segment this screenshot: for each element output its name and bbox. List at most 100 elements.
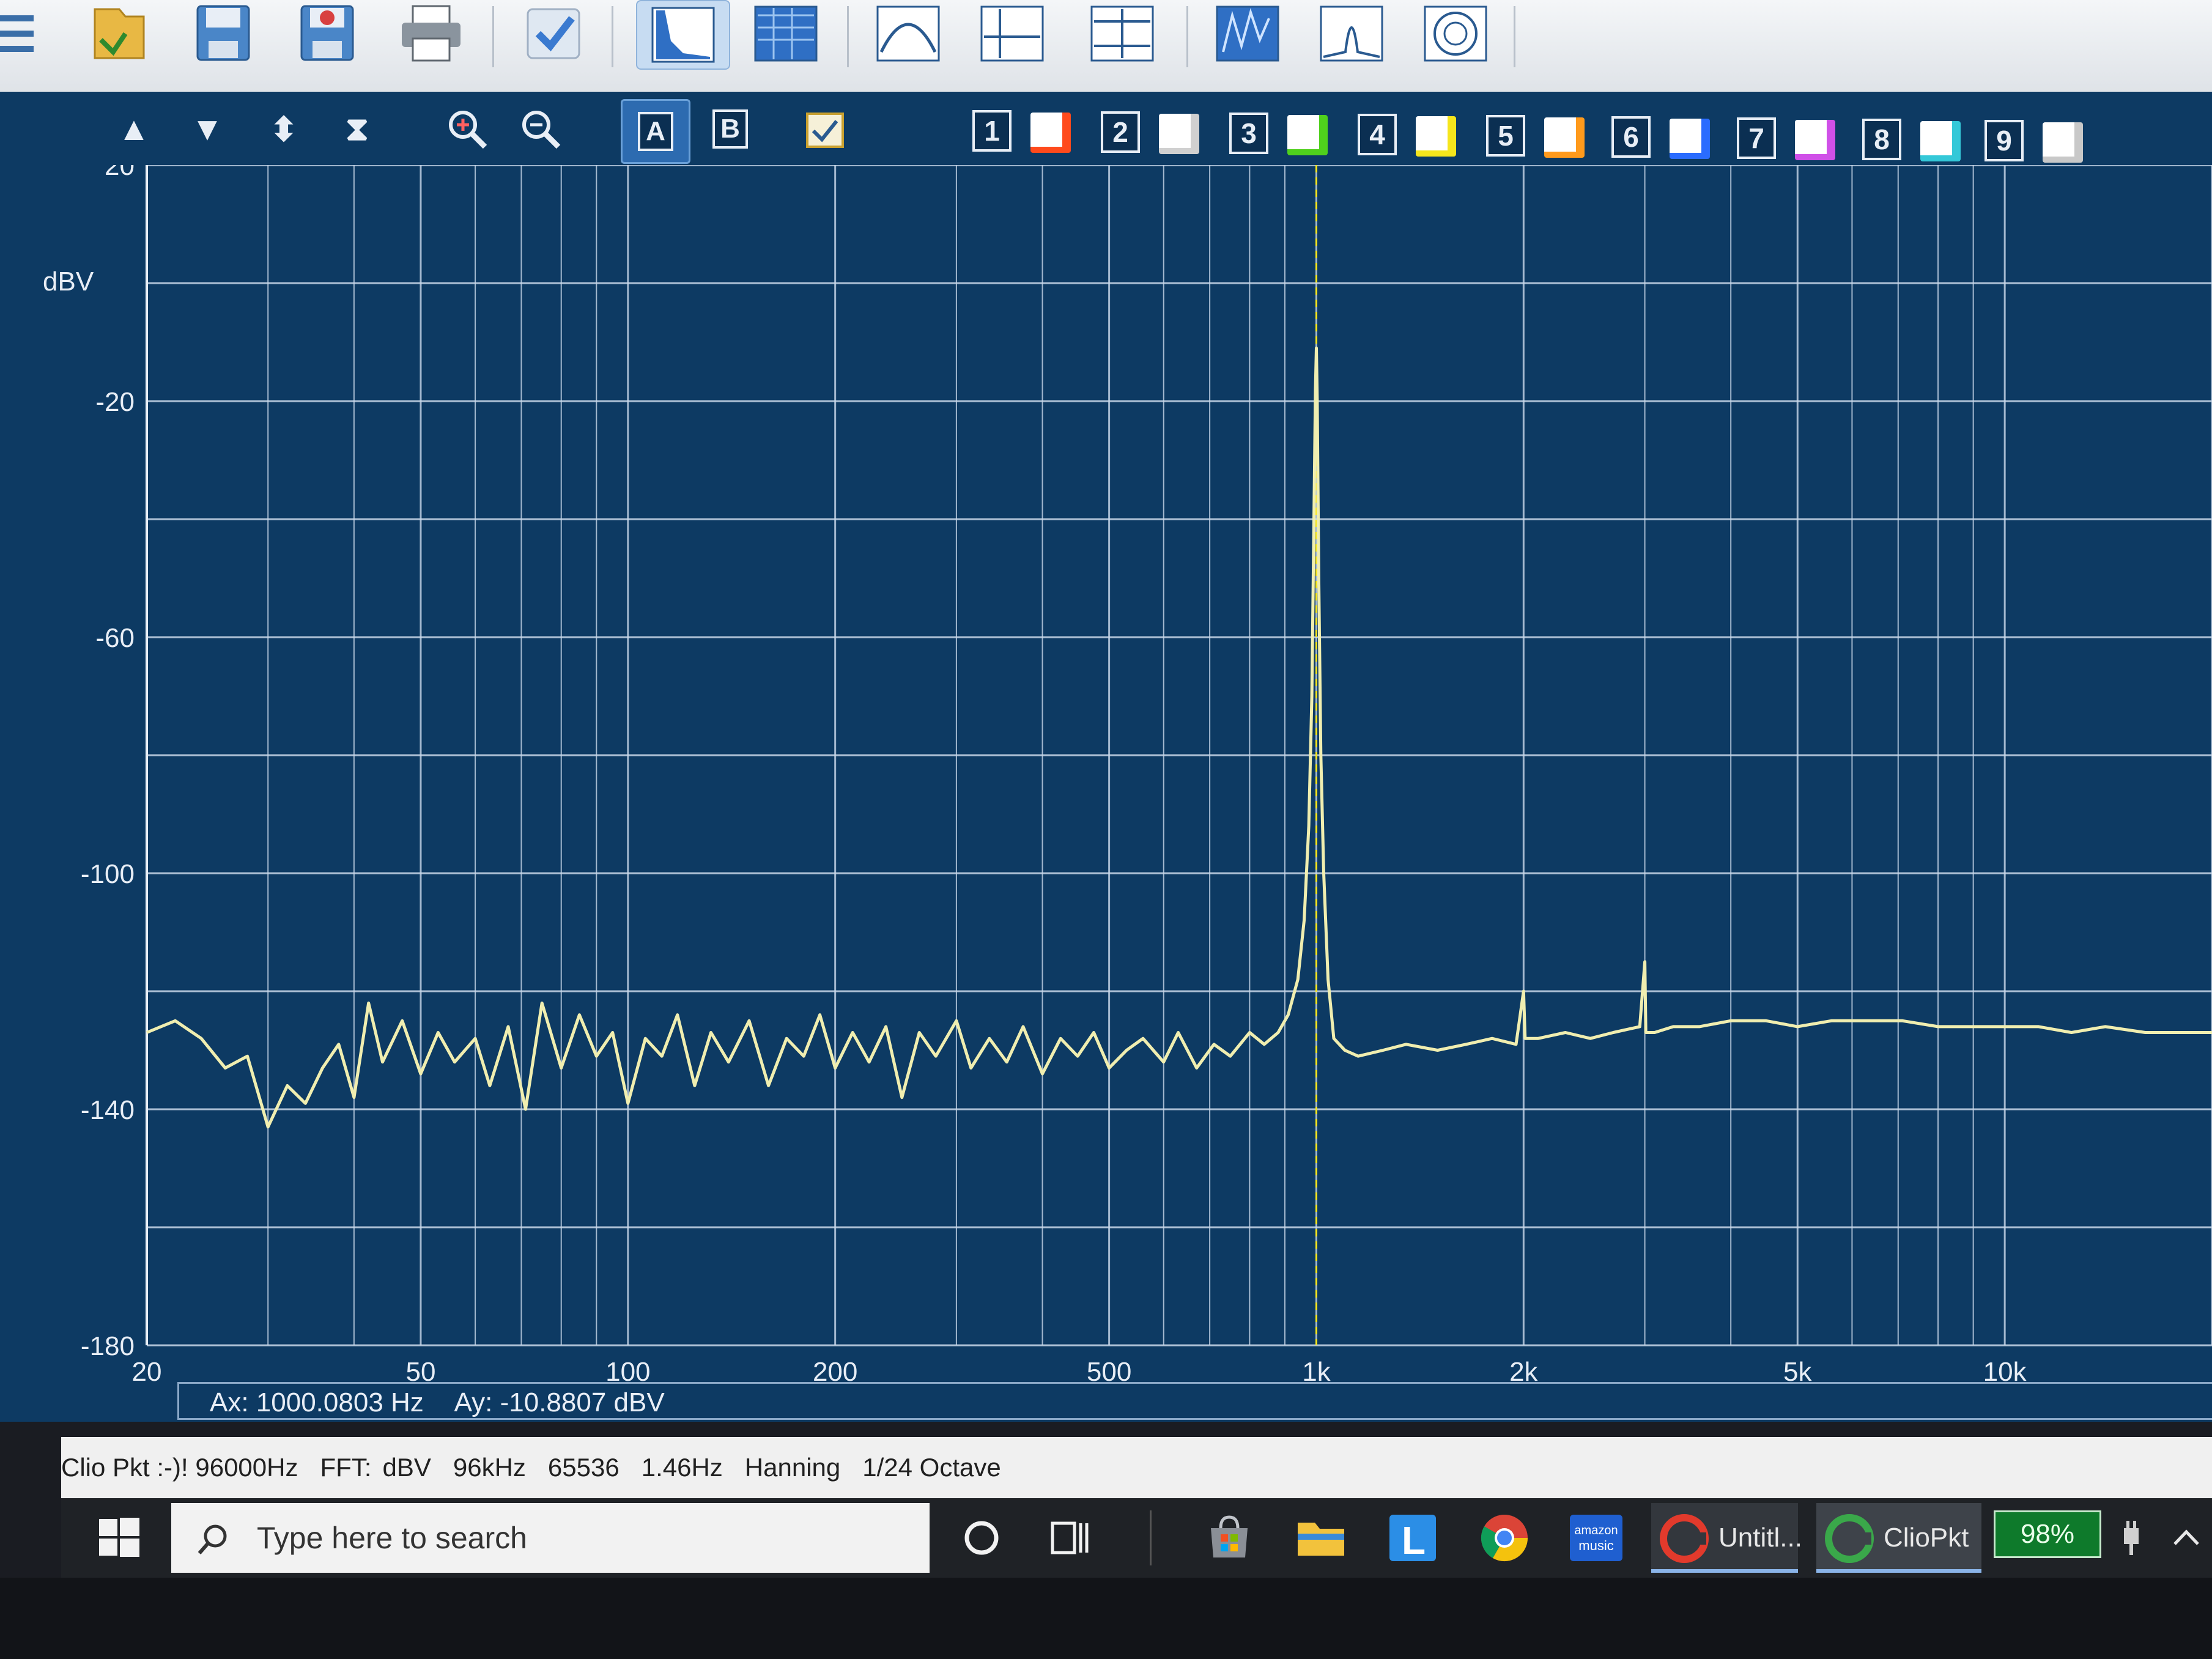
toolbar-separator (847, 6, 849, 67)
search-box[interactable]: Type here to search (171, 1503, 930, 1573)
toolbar-separator (1514, 6, 1515, 67)
y-tick-label: -140 (81, 1095, 135, 1125)
save-icon[interactable] (177, 0, 269, 67)
scroll-down-icon[interactable]: ▼ (183, 105, 231, 153)
trace-9-button[interactable]: 9 (1985, 120, 2024, 161)
active-underline (1816, 1569, 1981, 1573)
trace-6-color-swatch[interactable] (1670, 119, 1710, 159)
x-tick-label: 20 (132, 1357, 162, 1382)
trace-3-button[interactable]: 3 (1229, 113, 1268, 154)
trace-1-color-swatch[interactable] (1030, 113, 1071, 153)
x-tick-label: 500 (1087, 1357, 1131, 1382)
trace-8-color-swatch[interactable] (1920, 121, 1961, 161)
waterfall-icon[interactable] (1202, 0, 1293, 67)
windows-start-icon[interactable] (92, 1513, 147, 1562)
status-bar: Clio Pkt :-)! 96000Hz FFT: dBV 96kHz 65536 1.… (61, 1437, 2212, 1498)
status-resolution: 1.46Hz (641, 1453, 723, 1482)
trace-2-button[interactable]: 2 (1101, 111, 1140, 153)
taskbar-app-untitled[interactable]: Untitl... (1651, 1503, 1802, 1573)
x-tick-label: 50 (405, 1357, 435, 1382)
status-fft: FFT: (320, 1453, 372, 1482)
marker-lines-icon[interactable] (1076, 0, 1168, 67)
chevron-up-icon[interactable] (2165, 1510, 2208, 1565)
open-folder-icon[interactable] (73, 0, 165, 67)
trace-7-color-swatch[interactable] (1795, 120, 1835, 160)
spectrogram-icon[interactable] (740, 0, 832, 67)
toolbar-separator (612, 6, 613, 67)
svg-text:amazon: amazon (1574, 1524, 1618, 1537)
polar-icon[interactable] (1410, 0, 1501, 67)
trace-8-button[interactable]: 8 (1862, 119, 1901, 160)
fft-view-icon[interactable] (636, 0, 730, 70)
spectrum-trace (146, 346, 2212, 1129)
svg-text:L: L (1402, 1518, 1426, 1562)
memo-check-icon[interactable] (801, 105, 849, 153)
menu-icon[interactable] (0, 0, 43, 67)
store-icon[interactable] (1199, 1510, 1260, 1565)
toolbar-separator (492, 6, 494, 67)
battery-indicator[interactable]: 98% (1994, 1510, 2101, 1558)
cortana-icon[interactable] (951, 1510, 1012, 1565)
cursor-readout: Ax: 1000.0803 Hz Ay: -10.8807 dBV (177, 1382, 2212, 1420)
status-size: 65536 (547, 1453, 620, 1482)
filter-curve-icon[interactable] (862, 0, 954, 67)
clio-document-icon (1660, 1514, 1709, 1563)
trace-4-button[interactable]: 4 (1358, 114, 1397, 155)
amazon-music-icon[interactable]: amazon music (1566, 1510, 1627, 1565)
active-underline (1651, 1569, 1798, 1573)
task-view-icon[interactable] (1040, 1510, 1101, 1565)
x-tick-label: 5k (1783, 1357, 1812, 1382)
search-placeholder: Type here to search (257, 1521, 527, 1555)
print-icon[interactable] (385, 0, 477, 67)
y-axis-unit-label: dBV (43, 267, 94, 297)
y-tick-label: -180 (81, 1331, 135, 1361)
power-plug-icon[interactable] (2110, 1510, 2153, 1565)
trace-1-button[interactable]: 1 (972, 110, 1012, 152)
search-icon (198, 1524, 227, 1554)
svg-text:music: music (1578, 1538, 1613, 1553)
y-tick-label: -100 (81, 859, 135, 889)
x-tick-label: 10k (1983, 1357, 2027, 1382)
file-explorer-icon[interactable] (1290, 1510, 1352, 1565)
y-tick-label: 20 (105, 165, 135, 181)
y-tick-label: -20 (95, 387, 135, 417)
zoom-out-icon[interactable] (517, 105, 564, 153)
channel-b-button[interactable]: B (706, 105, 754, 153)
taskbar-separator (1150, 1510, 1152, 1565)
trace-6-button[interactable]: 6 (1611, 116, 1651, 158)
chrome-icon[interactable] (1474, 1510, 1535, 1565)
chart-controls: ▲ ▼ ⬍ ⧗ A B 1 2 3 4 5 6 7 8 9 (0, 92, 2212, 165)
cursor-cross-icon[interactable] (966, 0, 1058, 67)
trace-9-color-swatch[interactable] (2043, 122, 2083, 163)
status-unit: dBV (382, 1453, 431, 1482)
cursor-x-value: Ax: 1000.0803 Hz (210, 1387, 424, 1417)
taskbar-app-cliopkt[interactable]: ClioPkt (1816, 1503, 1981, 1573)
trace-5-color-swatch[interactable] (1544, 117, 1585, 158)
peak-response-icon[interactable] (1306, 0, 1397, 67)
app-toolbar (0, 0, 2212, 93)
zoom-in-icon[interactable] (443, 105, 491, 153)
monitor-bezel (0, 1578, 2212, 1659)
toolbar-separator (1186, 6, 1188, 67)
x-tick-label: 2k (1509, 1357, 1538, 1382)
trace-layer (146, 346, 2212, 1129)
channel-a-button[interactable]: A (621, 99, 690, 164)
launcher-l-icon[interactable]: L (1382, 1510, 1443, 1565)
checkmark-icon[interactable] (508, 0, 599, 67)
status-app: Clio Pkt :-)! 96000Hz (61, 1453, 298, 1482)
fft-spectrum-plot[interactable]: 20-20-60-100-140-18020 50 100 200 500 1k 2k 5k 1… (0, 165, 2212, 1382)
trace-4-color-swatch[interactable] (1416, 116, 1456, 157)
trace-2-color-swatch[interactable] (1159, 114, 1199, 154)
trace-7-button[interactable]: 7 (1737, 117, 1776, 159)
expand-vertical-icon[interactable]: ⬍ (260, 105, 308, 153)
status-rate: 96kHz (453, 1453, 526, 1482)
compress-vertical-icon[interactable]: ⧗ (333, 105, 381, 153)
scroll-up-icon[interactable]: ▲ (110, 105, 158, 153)
taskbar: Type here to search L amazon music Untitl… (61, 1498, 2212, 1578)
save-as-icon[interactable] (281, 0, 373, 67)
trace-5-button[interactable]: 5 (1486, 115, 1525, 157)
x-tick-label: 1k (1302, 1357, 1331, 1382)
trace-3-color-swatch[interactable] (1287, 115, 1328, 155)
cliopkt-icon (1825, 1514, 1874, 1563)
cursor-y-value: Ay: -10.8807 dBV (454, 1387, 665, 1417)
